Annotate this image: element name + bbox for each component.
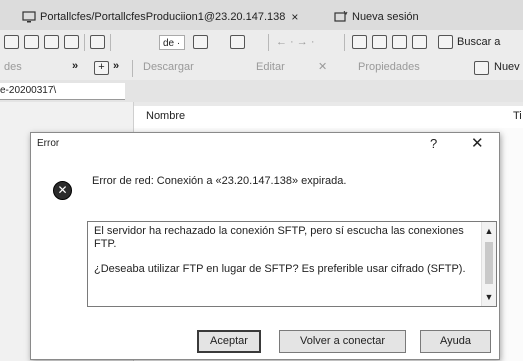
- toolbar-separator: [84, 34, 85, 51]
- details-scrollbar[interactable]: ▲ ▼: [481, 222, 496, 306]
- remote-directory-icon[interactable]: [352, 35, 367, 49]
- dialog-title: Error: [37, 138, 60, 149]
- toolbar-overflow-chevron-2[interactable]: »: [113, 60, 119, 72]
- find-files-icon[interactable]: [438, 35, 453, 49]
- column-header-name[interactable]: Nombre: [146, 110, 185, 122]
- help-icon[interactable]: ?: [430, 136, 437, 151]
- remote-refresh-icon[interactable]: [412, 35, 427, 49]
- toolbar-separator: [132, 60, 133, 77]
- scroll-thumb[interactable]: [485, 242, 493, 284]
- find-files-button[interactable]: Buscar a: [457, 36, 500, 48]
- accept-button[interactable]: Aceptar: [197, 330, 261, 353]
- error-details-text: El servidor ha rechazado la conexión SFT…: [94, 225, 468, 288]
- refresh-icon[interactable]: [64, 35, 79, 49]
- sync-browse-icon[interactable]: [90, 35, 105, 49]
- session-tab-bar: Portallcfes/PortallcfesProduciion1@23.20…: [0, 0, 523, 30]
- detail-paragraph-1: El servidor ha rechazado la conexión SFT…: [94, 225, 464, 250]
- close-icon[interactable]: ✕: [471, 134, 484, 152]
- scroll-up-icon[interactable]: ▲: [482, 224, 496, 238]
- column-header-type[interactable]: Ti: [513, 110, 522, 122]
- edit-button[interactable]: Editar: [256, 61, 285, 73]
- drive-select[interactable]: de ·: [159, 35, 185, 50]
- file-toolbar: des » + » Descargar Editar ✕ Propiedades…: [0, 56, 523, 80]
- download-button[interactable]: Descargar: [143, 61, 194, 73]
- remote-bookmark-icon[interactable]: [372, 35, 387, 49]
- error-icon: ✕: [53, 181, 72, 200]
- new-file-icon[interactable]: [474, 61, 489, 75]
- properties-button[interactable]: Propiedades: [358, 61, 420, 73]
- help-button[interactable]: Ayuda: [420, 330, 491, 353]
- filter-dropdown-icon[interactable]: [230, 35, 245, 49]
- path-bar: e-20200317\: [0, 80, 523, 102]
- tab-close-icon[interactable]: ×: [291, 10, 298, 24]
- local-path-field[interactable]: e-20200317\: [0, 83, 125, 100]
- detail-paragraph-2: ¿Deseaba utilizar FTP en lugar de SFTP? …: [94, 263, 466, 275]
- remote-file-header: Nombre Ti: [134, 106, 523, 129]
- tab-active-session[interactable]: Portallcfes/PortallcfesProduciion1@23.20…: [22, 8, 298, 26]
- new-item-plus-icon[interactable]: +: [94, 61, 109, 75]
- home-icon[interactable]: [44, 35, 59, 49]
- remote-home-icon[interactable]: [392, 35, 407, 49]
- delete-icon[interactable]: ✕: [318, 60, 327, 73]
- error-dialog: Error ? ✕ ✕ Error de red: Conexión a «23…: [30, 132, 500, 360]
- tab-active-label: Portallcfes/PortallcfesProduciion1@23.20…: [40, 11, 286, 23]
- bookmark-icon[interactable]: [24, 35, 39, 49]
- scroll-down-icon[interactable]: ▼: [482, 290, 496, 304]
- reconnect-button[interactable]: Volver a conectar: [279, 330, 406, 353]
- main-toolbar: de · ← · → · Buscar a: [0, 30, 523, 56]
- open-directory-icon[interactable]: [4, 35, 19, 49]
- tab-new-session[interactable]: Nueva sesión: [334, 8, 419, 26]
- toolbar-separator: [110, 34, 111, 51]
- open-folder-dropdown-icon[interactable]: [193, 35, 208, 49]
- monitor-icon: [22, 11, 36, 23]
- error-message: Error de red: Conexión a «23.20.147.138»…: [92, 175, 347, 187]
- new-session-icon: [334, 11, 348, 22]
- toolbar-separator: [344, 34, 345, 51]
- tab-new-session-label: Nueva sesión: [352, 11, 419, 23]
- error-details-box[interactable]: El servidor ha rechazado la conexión SFT…: [87, 221, 497, 307]
- back-icon[interactable]: ← · → ·: [276, 36, 315, 48]
- local-toolbar-stub: des: [4, 61, 22, 73]
- toolbar-overflow-chevron[interactable]: »: [72, 60, 78, 72]
- toolbar-separator: [268, 34, 269, 51]
- new-button[interactable]: Nuev: [494, 61, 520, 73]
